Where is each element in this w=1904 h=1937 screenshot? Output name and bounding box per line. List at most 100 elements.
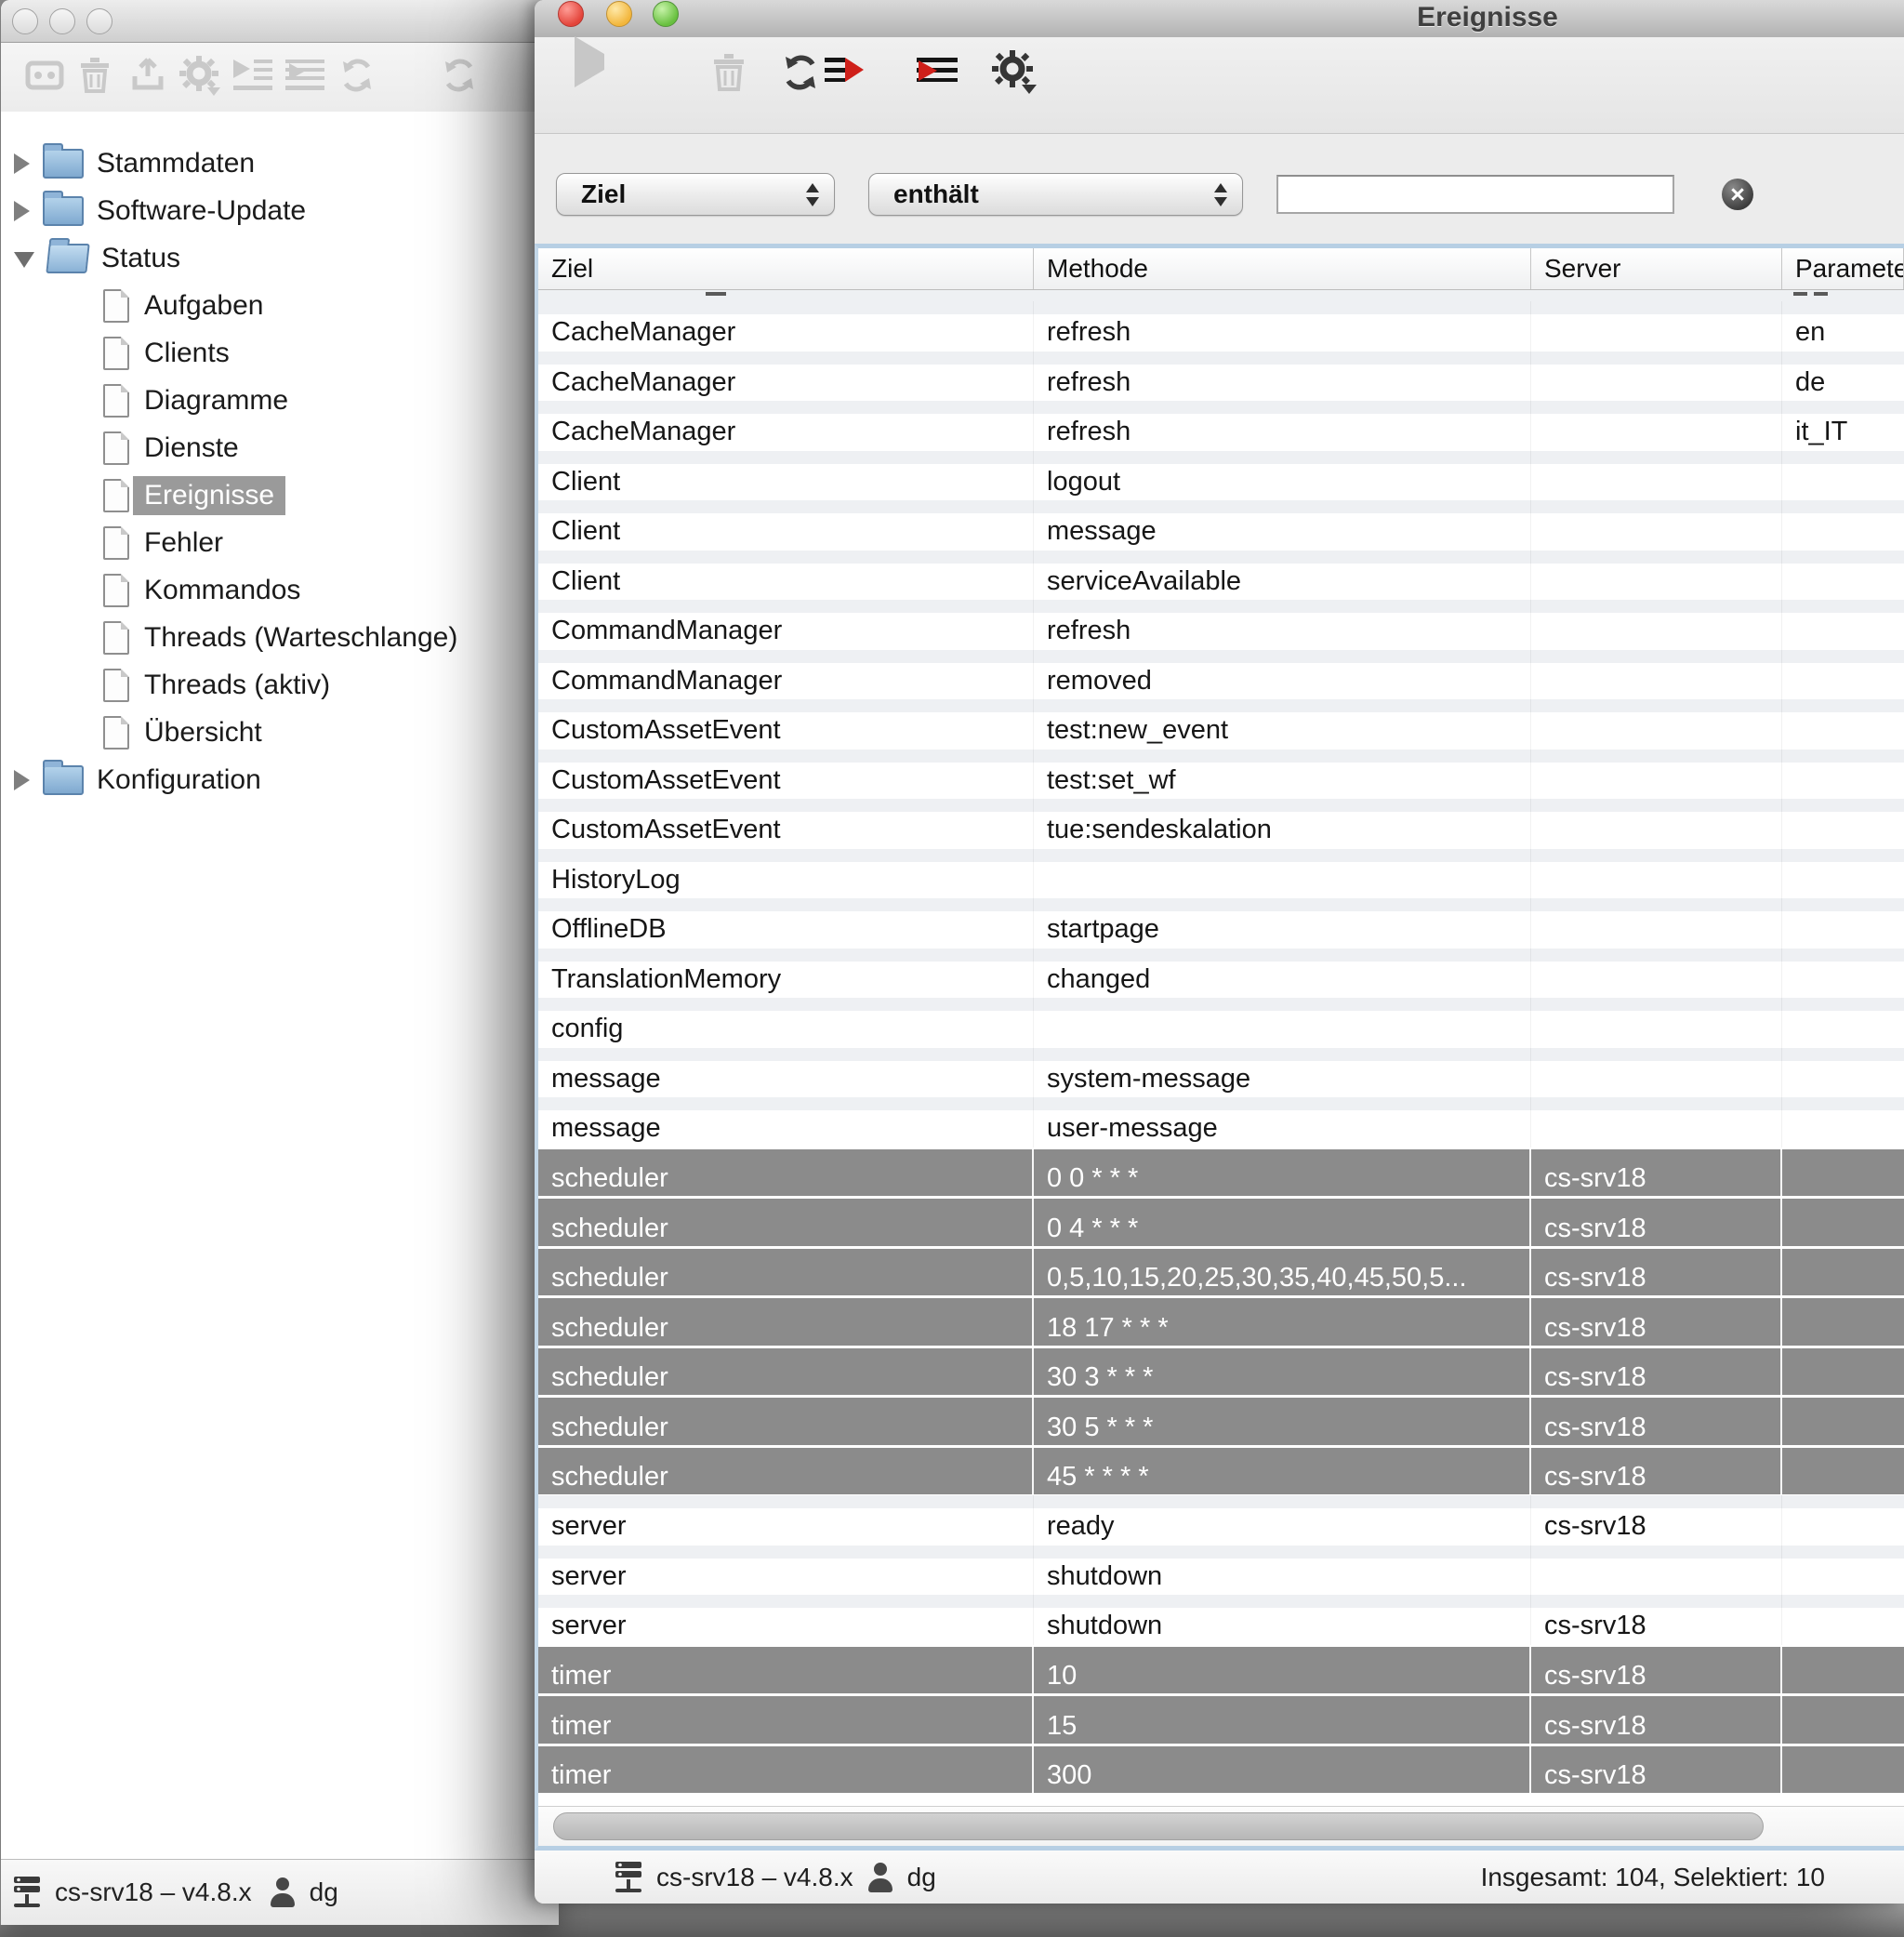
table-row[interactable]: servershutdowncs-srv18 xyxy=(538,1595,1904,1645)
table-row[interactable]: messageuser-message xyxy=(538,1097,1904,1148)
sidebar-item-ereignisse[interactable]: Ereignisse xyxy=(1,471,559,519)
table-row[interactable]: scheduler0 4 * * *cs-srv18 xyxy=(538,1197,1904,1247)
sidebar-item-threads-warteschlange-[interactable]: Threads (Warteschlange) xyxy=(1,614,559,661)
table-row[interactable]: CacheManagerrefreshde xyxy=(538,352,1904,402)
clear-filter-button[interactable]: × xyxy=(1722,179,1753,210)
gear-icon[interactable] xyxy=(179,56,222,97)
sidebar-item-stammdaten[interactable]: Stammdaten xyxy=(1,139,559,187)
sidebar-item-kommandos[interactable]: Kommandos xyxy=(1,566,559,614)
table-row[interactable]: CacheManagerrefreshit_IT xyxy=(538,401,1904,451)
cell-parameter xyxy=(1782,1595,1904,1645)
sidebar-item-threads-aktiv-[interactable]: Threads (aktiv) xyxy=(1,661,559,709)
cell-ziel: CustomAssetEvent xyxy=(538,750,1034,800)
cell-parameter xyxy=(1782,1199,1904,1246)
table-row[interactable]: timer300cs-srv18 xyxy=(538,1745,1904,1795)
table-row[interactable]: config xyxy=(538,998,1904,1048)
export-icon[interactable] xyxy=(129,56,166,93)
cell-ziel: scheduler xyxy=(538,1149,1034,1197)
table-row[interactable]: serverreadycs-srv18 xyxy=(538,1495,1904,1546)
table-row[interactable]: TranslationMemorychanged xyxy=(538,949,1904,999)
disclosure-closed-icon[interactable] xyxy=(14,153,30,174)
toolbar xyxy=(535,37,1904,134)
selection-summary: Insgesamt: 104, Selektiert: 10 xyxy=(1481,1863,1825,1892)
table-row[interactable]: scheduler30 3 * * *cs-srv18 xyxy=(538,1347,1904,1397)
table-row[interactable]: scheduler30 5 * * *cs-srv18 xyxy=(538,1396,1904,1446)
sync-icon-2[interactable] xyxy=(440,56,479,95)
cell-server xyxy=(1531,600,1782,650)
popup-arrows-icon xyxy=(806,174,819,215)
cell-server: cs-srv18 xyxy=(1531,1448,1782,1495)
cell-parameter xyxy=(1782,799,1904,849)
cell-methode: shutdown xyxy=(1034,1546,1531,1596)
cell-methode: removed xyxy=(1034,650,1531,700)
refresh-icon[interactable] xyxy=(780,52,821,93)
minimize-button[interactable] xyxy=(606,1,632,27)
close-button-inactive[interactable] xyxy=(12,8,38,34)
cell-ziel: scheduler xyxy=(538,1249,1034,1296)
filter-field-popup[interactable]: Ziel xyxy=(556,173,835,216)
table-row[interactable]: scheduler45 * * * *cs-srv18 xyxy=(538,1446,1904,1496)
table-row[interactable]: CommandManagerrefresh xyxy=(538,600,1904,650)
table-row[interactable]: Clientlogout xyxy=(538,451,1904,501)
server-label: cs-srv18 – v4.8.x xyxy=(55,1877,252,1907)
archive-icon[interactable] xyxy=(25,56,64,93)
table-row[interactable]: ClientserviceAvailable xyxy=(538,551,1904,601)
cell-ziel: HistoryLog xyxy=(538,849,1034,899)
list-run-icon[interactable] xyxy=(285,56,326,91)
table-header[interactable]: Ziel Methode Server Parameter xyxy=(538,248,1904,290)
close-button[interactable] xyxy=(558,1,584,27)
table-row[interactable]: messagesystem-message xyxy=(538,1048,1904,1098)
table-row[interactable]: CustomAssetEventtue:sendeskalation xyxy=(538,799,1904,849)
trash-icon[interactable] xyxy=(79,56,111,93)
table-row[interactable]: CommandManagerremoved xyxy=(538,650,1904,700)
cell-methode: logout xyxy=(1034,451,1531,501)
search-input[interactable] xyxy=(1276,175,1674,214)
sidebar-item-übersicht[interactable]: Übersicht xyxy=(1,709,559,756)
table-row[interactable]: scheduler0,5,10,15,20,25,30,35,40,45,50,… xyxy=(538,1247,1904,1297)
sidebar-item-aufgaben[interactable]: Aufgaben xyxy=(1,282,559,329)
table-row[interactable]: CustomAssetEventtest:new_event xyxy=(538,699,1904,750)
sidebar-item-dienste[interactable]: Dienste xyxy=(1,424,559,471)
sync-icon[interactable] xyxy=(337,56,377,95)
table-row[interactable]: OfflineDBstartpage xyxy=(538,898,1904,949)
table-row[interactable]: CacheManagerrefreshen xyxy=(538,301,1904,352)
trash-icon[interactable] xyxy=(712,52,746,91)
sidebar-item-fehler[interactable]: Fehler xyxy=(1,519,559,566)
sidebar-item-software-update[interactable]: Software-Update xyxy=(1,187,559,234)
gear-icon[interactable] xyxy=(992,50,1038,95)
table-row[interactable]: timer15cs-srv18 xyxy=(538,1694,1904,1745)
titlebar[interactable]: Ereignisse xyxy=(535,0,1904,38)
minimize-button-inactive[interactable] xyxy=(49,8,75,34)
column-header-server[interactable]: Server xyxy=(1531,248,1782,289)
scrollbar-thumb[interactable] xyxy=(553,1812,1764,1840)
play-icon[interactable] xyxy=(575,54,604,71)
sidebar-item-status[interactable]: Status xyxy=(1,234,559,282)
disclosure-closed-icon[interactable] xyxy=(14,201,30,221)
column-header-ziel[interactable]: Ziel xyxy=(538,248,1034,289)
table-row[interactable]: HistoryLog xyxy=(538,849,1904,899)
table-row[interactable]: timer10cs-srv18 xyxy=(538,1645,1904,1695)
filter-operator-popup[interactable]: enthält xyxy=(868,173,1243,216)
run-list-icon[interactable] xyxy=(233,56,274,91)
zoom-button-inactive[interactable] xyxy=(86,8,112,34)
events-window: Ereignisse Ziel enthält xyxy=(535,0,1904,1904)
horizontal-scrollbar[interactable] xyxy=(538,1806,1904,1846)
sidebar-item-label: Diagramme xyxy=(144,385,288,417)
disclosure-closed-icon[interactable] xyxy=(14,770,30,790)
table-row[interactable]: servershutdown xyxy=(538,1546,1904,1596)
column-header-parameter[interactable]: Parameter xyxy=(1782,248,1904,289)
table-row[interactable]: scheduler18 17 * * *cs-srv18 xyxy=(538,1296,1904,1347)
cell-ziel: scheduler xyxy=(538,1348,1034,1396)
column-header-methode[interactable]: Methode xyxy=(1034,248,1531,289)
disclosure-open-icon[interactable] xyxy=(14,252,34,268)
sidebar-item-konfiguration[interactable]: Konfiguration xyxy=(1,756,559,803)
sidebar-item-clients[interactable]: Clients xyxy=(1,329,559,377)
titlebar[interactable] xyxy=(1,0,559,43)
zoom-button[interactable] xyxy=(653,1,679,27)
table-row[interactable]: CustomAssetEventtest:set_wf xyxy=(538,750,1904,800)
sidebar-item-label: Kommandos xyxy=(144,575,300,606)
cell-methode: test:new_event xyxy=(1034,699,1531,750)
table-row[interactable]: scheduler0 0 * * *cs-srv18 xyxy=(538,1148,1904,1198)
table-row[interactable]: Clientmessage xyxy=(538,500,1904,551)
sidebar-item-diagramme[interactable]: Diagramme xyxy=(1,377,559,424)
